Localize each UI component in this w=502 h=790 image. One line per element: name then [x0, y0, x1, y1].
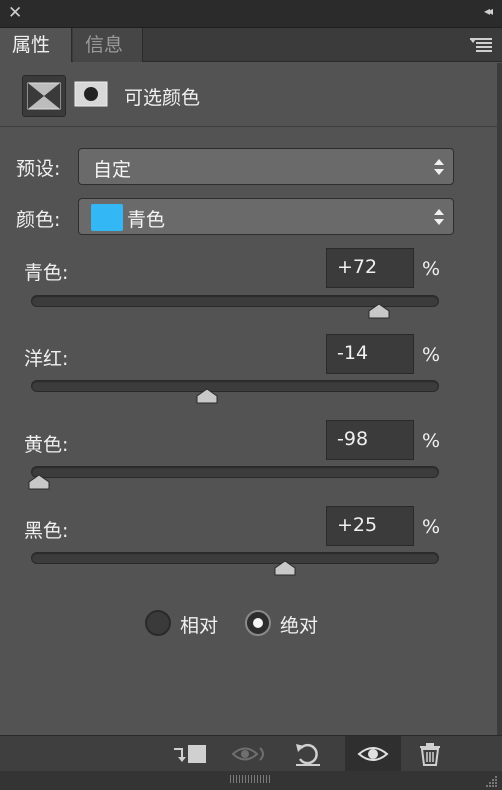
color-value: 青色: [127, 209, 166, 231]
slider-thumb[interactable]: [28, 474, 50, 490]
color-swatch: [91, 204, 123, 231]
tab-properties[interactable]: 属性: [0, 28, 72, 62]
panel-resize-grip[interactable]: [0, 771, 502, 790]
preset-dropdown[interactable]: 自定: [78, 148, 454, 185]
slider-track[interactable]: [31, 552, 439, 564]
slider-label: 黑色:: [24, 520, 69, 542]
percent-sign: %: [422, 516, 441, 538]
bottom-toolbar: [0, 735, 502, 772]
panel-title-bar: ✕ ◂◂: [0, 0, 502, 28]
slider-value-input[interactable]: -98: [326, 420, 414, 460]
layer-mask-icon[interactable]: [74, 80, 108, 110]
slider-value-input[interactable]: +72: [326, 248, 414, 288]
scroll-gutter: [497, 63, 502, 735]
color-label: 颜色:: [16, 209, 61, 231]
radio-relative-label: 相对: [180, 615, 219, 637]
color-dropdown[interactable]: 青色: [78, 198, 454, 235]
radio-absolute[interactable]: [245, 610, 271, 636]
slider-value-input[interactable]: -14: [326, 334, 414, 374]
selective-color-icon[interactable]: [22, 75, 66, 117]
eye-icon[interactable]: [357, 740, 389, 768]
slider-thumb[interactable]: [196, 388, 218, 404]
percent-sign: %: [422, 258, 441, 280]
tab-info[interactable]: 信息: [73, 28, 143, 62]
adjustment-header: 可选颜色: [0, 63, 502, 127]
preset-label: 预设:: [16, 158, 61, 180]
tab-bar: 属性 信息: [0, 28, 502, 62]
slider-label: 洋红:: [24, 348, 69, 370]
resize-corner-icon[interactable]: [484, 774, 498, 788]
slider-thumb[interactable]: [274, 560, 296, 576]
close-icon[interactable]: ✕: [8, 3, 22, 23]
slider-label: 黄色:: [24, 434, 69, 456]
slider-track[interactable]: [31, 380, 439, 392]
view-previous-state-icon[interactable]: [230, 740, 270, 768]
slider-value-input[interactable]: +25: [326, 506, 414, 546]
percent-sign: %: [422, 344, 441, 366]
preset-value: 自定: [93, 159, 132, 181]
panel-menu-icon[interactable]: [470, 38, 492, 52]
double-chevron-icon[interactable]: ◂◂: [484, 4, 493, 18]
trash-icon[interactable]: [416, 740, 444, 768]
adjustment-title: 可选颜色: [124, 87, 201, 109]
percent-sign: %: [422, 430, 441, 452]
slider-thumb[interactable]: [368, 303, 390, 319]
radio-relative[interactable]: [145, 610, 171, 636]
reset-icon[interactable]: [292, 740, 324, 768]
radio-absolute-label: 绝对: [280, 615, 319, 637]
clip-to-layer-icon[interactable]: [170, 740, 210, 768]
updown-arrows-icon: [434, 159, 444, 175]
slider-track[interactable]: [31, 466, 439, 478]
slider-label: 青色:: [24, 262, 69, 284]
updown-arrows-icon: [434, 209, 444, 225]
grip-lines: [230, 775, 270, 783]
